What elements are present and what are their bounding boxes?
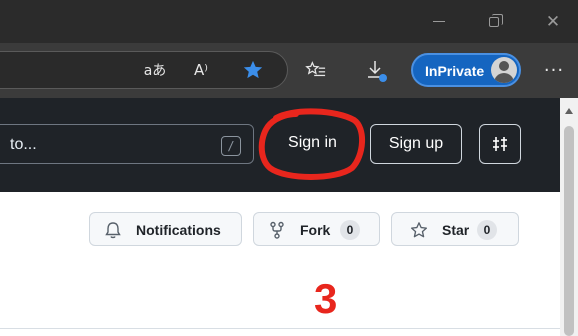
scrollbar-thumb[interactable] <box>564 126 574 336</box>
inprivate-profile-button[interactable]: InPrivate <box>411 53 521 87</box>
notifications-button[interactable]: Notifications <box>89 212 242 246</box>
fork-label: Fork <box>300 222 331 238</box>
fork-button[interactable]: Fork 0 <box>253 212 380 246</box>
fork-count-badge: 0 <box>340 220 360 240</box>
more-options-icon[interactable]: ··· <box>540 58 568 82</box>
fork-icon <box>268 221 286 239</box>
search-placeholder: to... <box>10 136 37 153</box>
star-button[interactable]: Star 0 <box>391 212 519 246</box>
restore-icon <box>489 13 503 27</box>
site-header: to... / Sign in Sign up <box>0 98 560 192</box>
notifications-label: Notifications <box>136 222 221 238</box>
search-shortcut-key: / <box>221 136 241 156</box>
read-aloud-icon[interactable]: A⁾ <box>188 59 214 81</box>
browser-titlebar: ✕ <box>0 0 578 43</box>
bell-icon <box>104 221 122 239</box>
sliders-icon <box>493 137 507 151</box>
star-icon <box>410 221 428 239</box>
collections-icon[interactable] <box>303 58 329 82</box>
divider <box>0 328 560 329</box>
translate-icon[interactable]: aあ <box>140 60 170 80</box>
close-icon: ✕ <box>545 11 561 32</box>
search-input[interactable]: to... / <box>0 124 254 164</box>
star-label: Star <box>442 222 470 238</box>
scroll-up-arrow-icon[interactable] <box>562 104 576 118</box>
minimize-button[interactable] <box>416 0 462 43</box>
close-button[interactable]: ✕ <box>530 0 576 43</box>
step-number-annotation: 3 <box>314 275 338 322</box>
inprivate-label: InPrivate <box>425 63 485 79</box>
downloads-icon[interactable] <box>364 57 390 85</box>
restore-button[interactable] <box>471 0 517 43</box>
favorite-star-icon[interactable] <box>240 57 266 83</box>
browser-toolbar: aあ A⁾ InPrivate ··· <box>0 43 578 98</box>
sign-in-button[interactable]: Sign in <box>280 125 345 161</box>
sign-up-button[interactable]: Sign up <box>370 124 462 164</box>
avatar <box>491 57 517 83</box>
appearance-settings-button[interactable] <box>479 124 521 164</box>
minimize-icon <box>433 21 445 22</box>
star-count-badge: 0 <box>477 220 497 240</box>
